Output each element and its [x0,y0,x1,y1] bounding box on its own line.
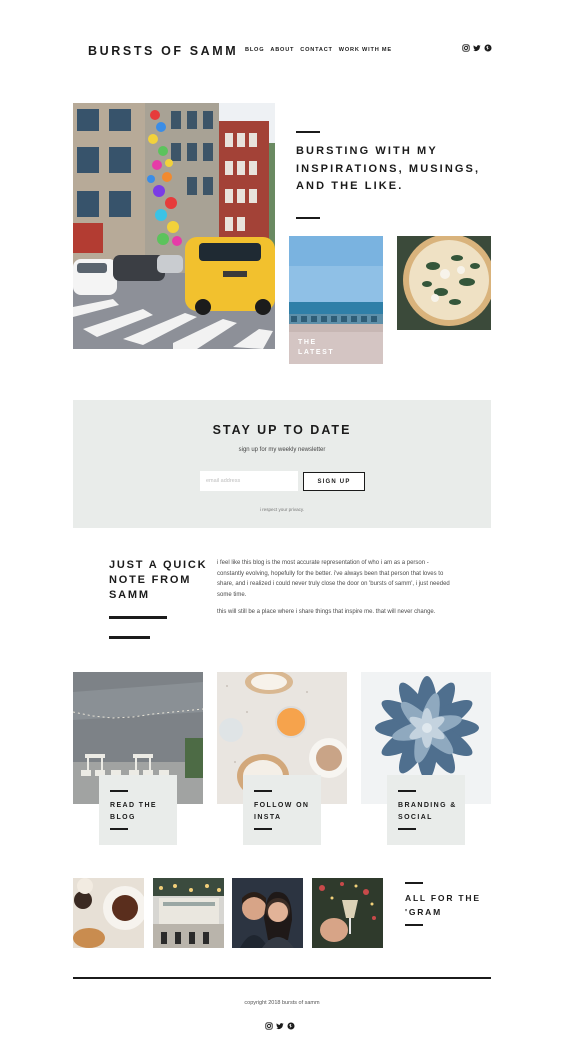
hero-title: BURSTING WITH MY INSPIRATIONS, MUSINGS, … [296,145,481,192]
copyright-text: copyright 2018 bursts of samm [244,1000,320,1006]
hero-bottom-rule [296,217,320,219]
gram-photo-couple[interactable] [232,878,303,948]
footer-divider [73,977,491,979]
tile-rule-top [110,790,128,792]
pinterest-icon[interactable] [287,1022,295,1030]
email-field[interactable] [200,471,298,491]
tile-label-line: BRANDING & [398,802,457,809]
the-latest-label[interactable]: THE LATEST [298,338,334,358]
footer-social-icons [265,1022,295,1030]
read-the-blog-label: READ THE BLOG [110,800,176,824]
nav-about[interactable]: ABOUT [270,47,294,53]
gram-title-line-1: ALL FOR THE [405,893,481,903]
gram-photo-cafe[interactable] [153,878,224,948]
header-social-icons [462,44,492,52]
branding-and-social-label: BRANDING & SOCIAL [398,800,464,824]
nav-blog[interactable]: BLOG [245,47,264,53]
nav-contact[interactable]: CONTACT [300,47,333,53]
latest-line-1: THE [298,339,317,346]
note-rule-long [109,616,167,619]
tile-rule-top [398,790,416,792]
instagram-icon[interactable] [462,44,470,52]
pinterest-icon[interactable] [484,44,492,52]
main-nav: BLOG ABOUT CONTACT WORK WITH ME [245,47,392,53]
tile-rule-bottom [254,828,272,830]
latest-line-2: LATEST [298,349,335,356]
tile-label-line: SOCIAL [398,814,433,821]
tile-rule-top [254,790,272,792]
gram-rule-top [405,882,423,884]
gram-rule-bottom [405,924,423,926]
note-title: JUST A QUICK NOTE FROM SAMM [109,559,208,601]
tile-label-line: FOLLOW ON [254,802,310,809]
site-logo[interactable]: BURSTS OF SAMM [88,44,238,58]
tile-label-line: INSTA [254,814,282,821]
note-paragraph-1: i feel like this blog is the most accura… [217,560,450,598]
all-for-the-gram-title[interactable]: ALL FOR THE 'GRAM [405,891,495,919]
gram-photo-coffee[interactable] [73,878,144,948]
instagram-icon[interactable] [265,1022,273,1030]
hero-street-photo[interactable] [73,103,275,349]
branding-and-social-button[interactable]: BRANDING & SOCIAL [387,775,465,845]
newsletter-panel: STAY UP TO DATE sign up for my weekly ne… [73,400,491,528]
twitter-icon[interactable] [473,44,481,52]
tile-rule-bottom [110,828,128,830]
privacy-note: i respect your privacy. [259,507,305,512]
newsletter-title: STAY UP TO DATE [212,423,352,437]
note-rule-short [109,636,150,639]
hero-top-rule [296,131,320,133]
gram-photo-champagne[interactable] [312,878,383,948]
pizza-photo[interactable] [397,236,491,330]
follow-on-insta-button[interactable]: FOLLOW ON INSTA [243,775,321,845]
newsletter-subtitle: sign up for my weekly newsletter [238,447,326,453]
sign-up-button[interactable]: SIGN UP [303,472,365,491]
follow-on-insta-label: FOLLOW ON INSTA [254,800,320,824]
tile-label-line: READ THE [110,802,157,809]
nav-work-with-me[interactable]: WORK WITH ME [339,47,392,53]
twitter-icon[interactable] [276,1022,284,1030]
read-the-blog-button[interactable]: READ THE BLOG [99,775,177,845]
note-paragraph-2: this will still be a place where i share… [217,609,436,615]
tile-label-line: BLOG [110,814,136,821]
tile-rule-bottom [398,828,416,830]
gram-title-line-2: 'GRAM [405,907,442,917]
